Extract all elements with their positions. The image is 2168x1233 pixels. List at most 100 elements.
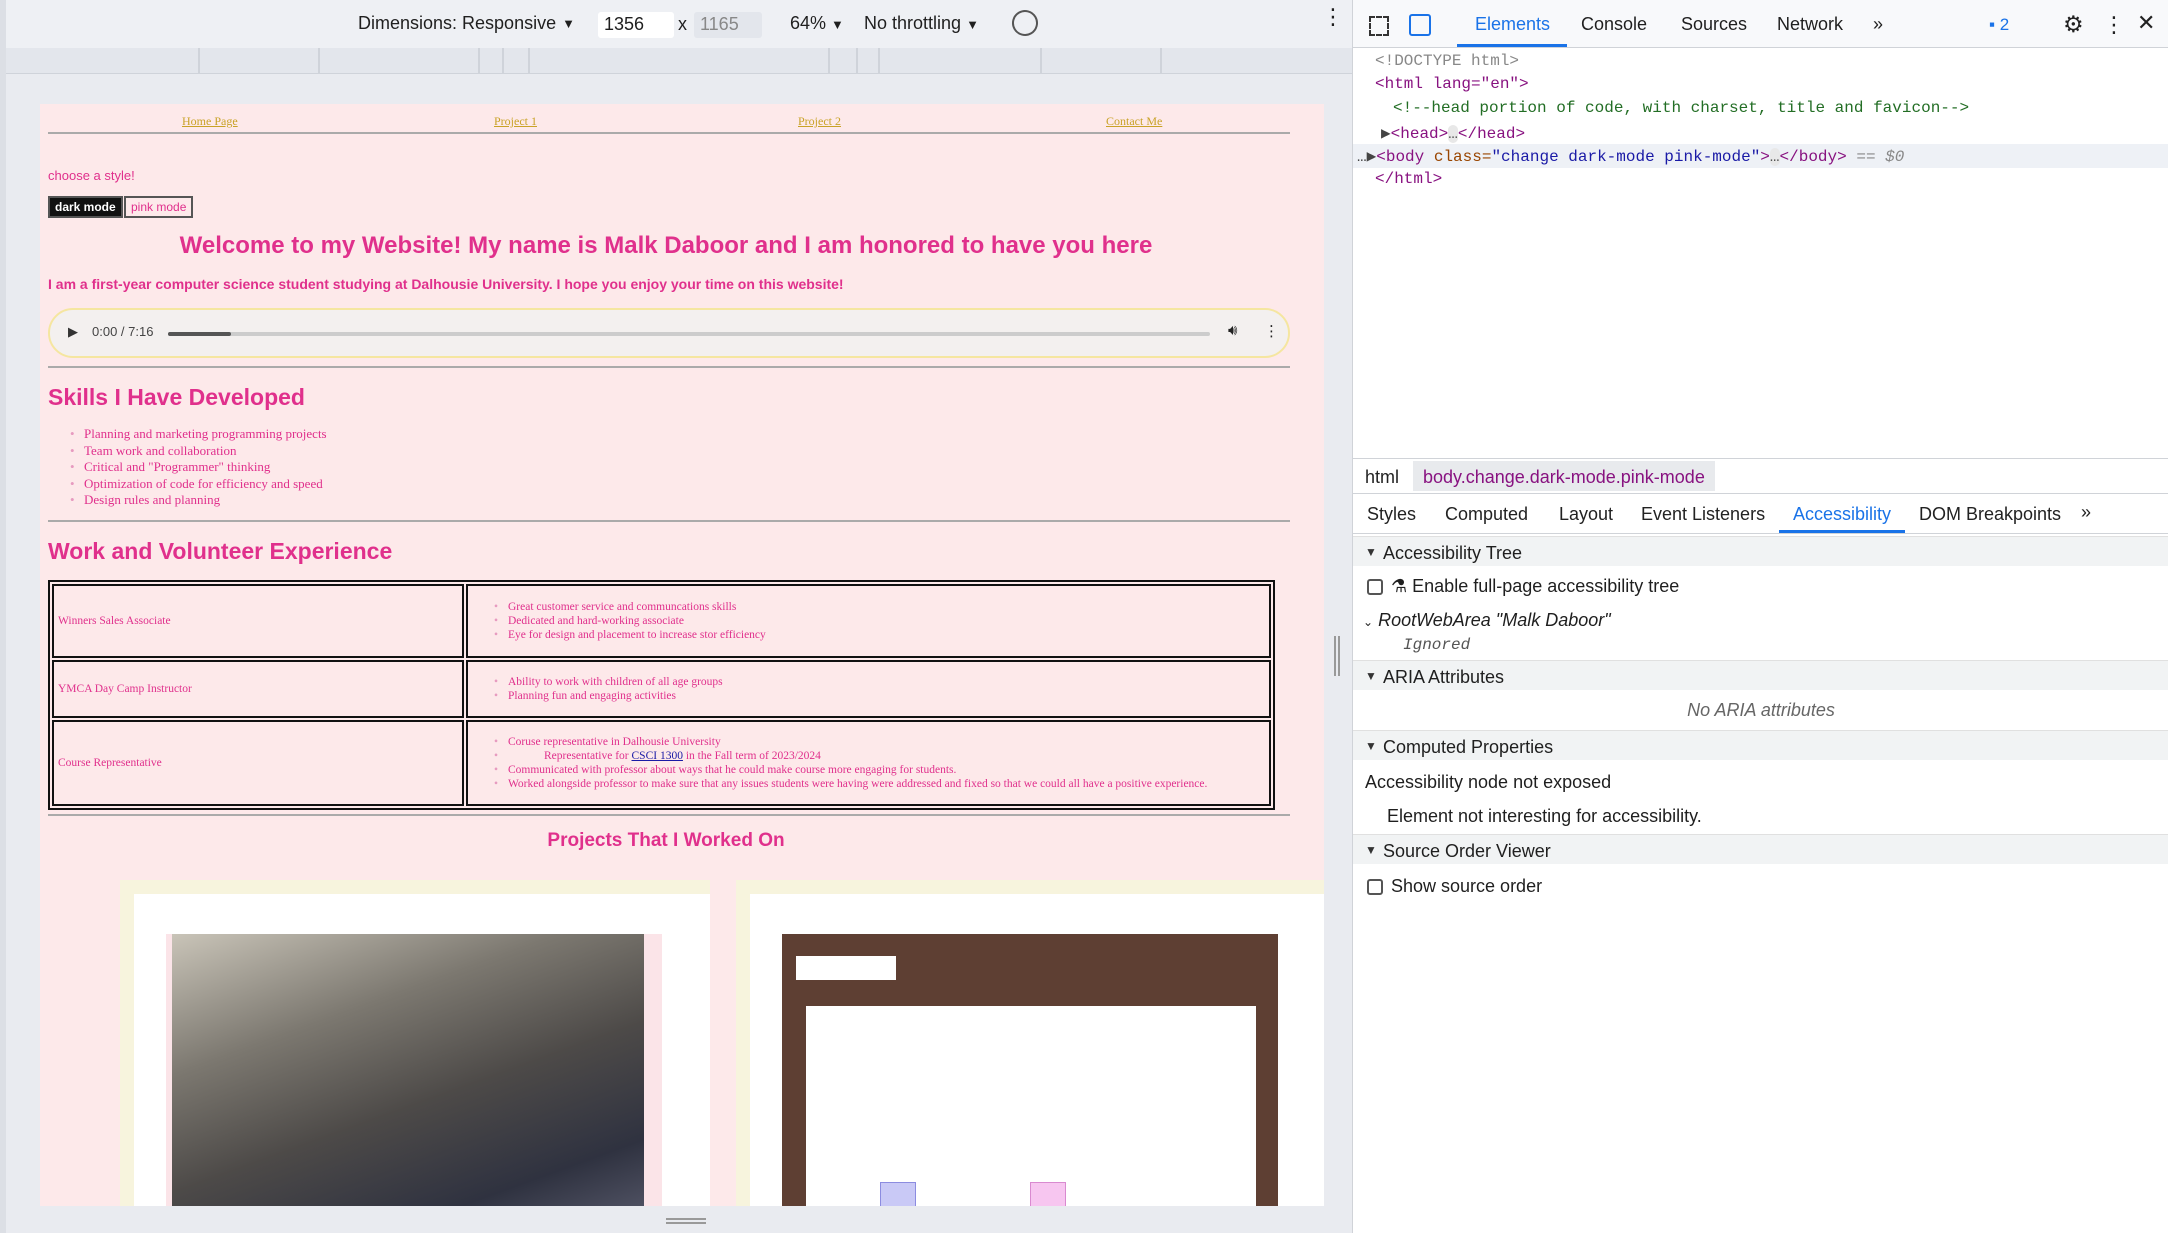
device-toggle-icon[interactable] (1409, 14, 1431, 36)
game-block (880, 1182, 916, 1206)
zoom-dropdown[interactable]: 64% ▼ (790, 13, 844, 34)
tab-network[interactable]: Network (1777, 14, 1843, 35)
show-order-checkbox[interactable] (1367, 879, 1383, 896)
skills-heading: Skills I Have Developed (48, 384, 305, 410)
width-input[interactable]: 1356 (598, 12, 674, 38)
list-item: Optimization of code for efficiency and … (48, 476, 327, 493)
active-subtab-indicator (1779, 530, 1905, 533)
breadcrumb-html[interactable]: html (1365, 467, 1399, 488)
show-order-row[interactable]: Show source order (1367, 876, 1542, 897)
list-item: Worked alongside professor to make sure … (472, 777, 1265, 791)
job-role: Winners Sales Associate (52, 584, 464, 658)
dom-html-close[interactable]: </html> (1375, 170, 1442, 188)
enable-tree-row[interactable]: ⚗ Enable full-page accessibility tree (1367, 576, 1679, 597)
divider (48, 814, 1290, 816)
not-interesting-text: Element not interesting for accessibilit… (1387, 806, 1702, 826)
gear-icon[interactable]: ⚙ (2063, 11, 2084, 38)
list-item: Ability to work with children of all age… (472, 675, 1265, 689)
times-symbol: x (678, 14, 687, 34)
throttling-dropdown[interactable]: No throttling ▼ (864, 13, 979, 34)
dimensions-label: Dimensions: Responsive (358, 13, 557, 33)
audio-seek-fill (168, 332, 231, 336)
nav-project-1[interactable]: Project 1 (494, 114, 537, 129)
tab-sources[interactable]: Sources (1681, 14, 1747, 35)
accessibility-tree-header[interactable]: Accessibility Tree (1353, 536, 2168, 566)
list-item: Eye for design and placement to increase… (472, 628, 1265, 642)
job-details: Ability to work with children of all age… (466, 660, 1271, 718)
list-item: Dedicated and hard-working associate (472, 614, 1265, 628)
media-query-ruler (6, 48, 1352, 74)
close-icon[interactable]: ✕ (2137, 10, 2155, 36)
breadcrumb-body[interactable]: body.change.dark-mode.pink-mode (1413, 461, 1715, 491)
height-input[interactable]: 1165 (694, 12, 762, 38)
dimensions-dropdown[interactable]: Dimensions: Responsive ▼ (358, 13, 575, 34)
project-screenshot (782, 934, 1278, 1206)
course-link[interactable]: CSCI 1300 (632, 750, 683, 762)
divider (48, 366, 1290, 368)
nav-home[interactable]: Home Page (182, 114, 238, 129)
audio-more-icon[interactable]: ⋮ (1264, 322, 1279, 340)
issues-badge[interactable]: ▪ 2 (1989, 15, 2009, 35)
project-card-2[interactable] (736, 880, 1324, 1206)
source-order-header[interactable]: Source Order Viewer (1353, 834, 2168, 864)
tab-console[interactable]: Console (1581, 14, 1647, 35)
more-tabs-icon[interactable]: » (2081, 502, 2091, 523)
job-role: Course Representative (52, 720, 464, 806)
intro-text: I am a first-year computer science stude… (48, 276, 844, 292)
welcome-heading: Welcome to my Website! My name is Malk D… (179, 232, 1153, 259)
resize-handle-right[interactable] (1334, 636, 1340, 676)
divider (48, 520, 1290, 522)
project-card-1[interactable] (120, 880, 710, 1206)
tab-elements[interactable]: Elements (1475, 14, 1550, 35)
tab-accessibility[interactable]: Accessibility (1793, 504, 1891, 525)
dark-mode-button[interactable]: dark mode (48, 196, 123, 218)
tab-styles[interactable]: Styles (1367, 504, 1416, 525)
sub-tabs: Styles Computed Layout Event Listeners A… (1353, 496, 2168, 534)
tab-computed[interactable]: Computed (1445, 504, 1528, 525)
list-item: Design rules and planning (48, 492, 327, 509)
skills-list: Planning and marketing programming proje… (48, 426, 327, 509)
more-options-icon[interactable]: ⋮ (2103, 12, 2125, 38)
ignored-label: Ignored (1403, 636, 1471, 654)
dom-body[interactable]: …▶<body class="change dark-mode pink-mod… (1357, 146, 1904, 166)
job-details: Coruse representative in Dalhousie Unive… (466, 720, 1271, 806)
not-exposed-text: Accessibility node not exposed (1365, 772, 1612, 792)
inspect-element-icon[interactable] (1369, 16, 1389, 36)
dom-html-open[interactable]: <html lang="en"> (1375, 75, 1529, 93)
tab-dom-breakpoints[interactable]: DOM Breakpoints (1919, 504, 2061, 525)
dom-comment[interactable]: <!--head portion of code, with charset, … (1393, 99, 1969, 117)
aria-attributes-header[interactable]: ARIA Attributes (1353, 660, 2168, 690)
no-aria-text: No ARIA attributes (1687, 700, 1835, 720)
tab-layout[interactable]: Layout (1559, 504, 1613, 525)
chevron-down-icon: ⌄ (1363, 615, 1374, 629)
play-icon[interactable]: ▶ (68, 324, 78, 340)
audio-player[interactable]: ▶ 0:00 / 7:16 🔊︎ ⋮ (48, 308, 1290, 358)
list-item: Team work and collaboration (48, 443, 327, 460)
dom-doctype: <!DOCTYPE html> (1375, 52, 1520, 70)
projects-heading: Projects That I Worked On (547, 830, 785, 851)
list-item: Coruse representative in Dalhousie Unive… (472, 735, 1265, 749)
pink-mode-button[interactable]: pink mode (124, 196, 194, 218)
chevron-down-icon: ▼ (966, 17, 979, 32)
active-tab-indicator (1457, 44, 1567, 47)
computed-properties-header[interactable]: Computed Properties (1353, 730, 2168, 760)
experience-table: Winners Sales Associate Great customer s… (48, 580, 1275, 810)
nav-project-2[interactable]: Project 2 (798, 114, 841, 129)
more-tabs-icon[interactable]: » (1873, 14, 1883, 35)
rotate-icon[interactable] (1007, 5, 1043, 41)
audio-seek-bar[interactable] (168, 332, 1210, 336)
table-row: Winners Sales Associate Great customer s… (52, 584, 1271, 658)
list-item: Planning and marketing programming proje… (48, 426, 327, 443)
list-item: Planning fun and engaging activities (472, 689, 1265, 703)
nav-contact[interactable]: Contact Me (1106, 114, 1162, 129)
volume-icon[interactable]: 🔊︎ (1228, 322, 1237, 339)
tab-event-listeners[interactable]: Event Listeners (1641, 504, 1765, 525)
dom-head[interactable]: ▶<head>…</head> (1381, 123, 1525, 143)
more-options-icon[interactable]: ⋮ (1322, 6, 1344, 28)
enable-tree-checkbox[interactable] (1367, 579, 1383, 596)
choose-style-label: choose a style! (48, 168, 135, 183)
divider (48, 132, 1290, 134)
game-block (1030, 1182, 1066, 1206)
root-web-area[interactable]: ⌄ RootWebArea "Malk Daboor" (1363, 610, 1611, 631)
resize-handle-bottom[interactable] (666, 1218, 706, 1224)
